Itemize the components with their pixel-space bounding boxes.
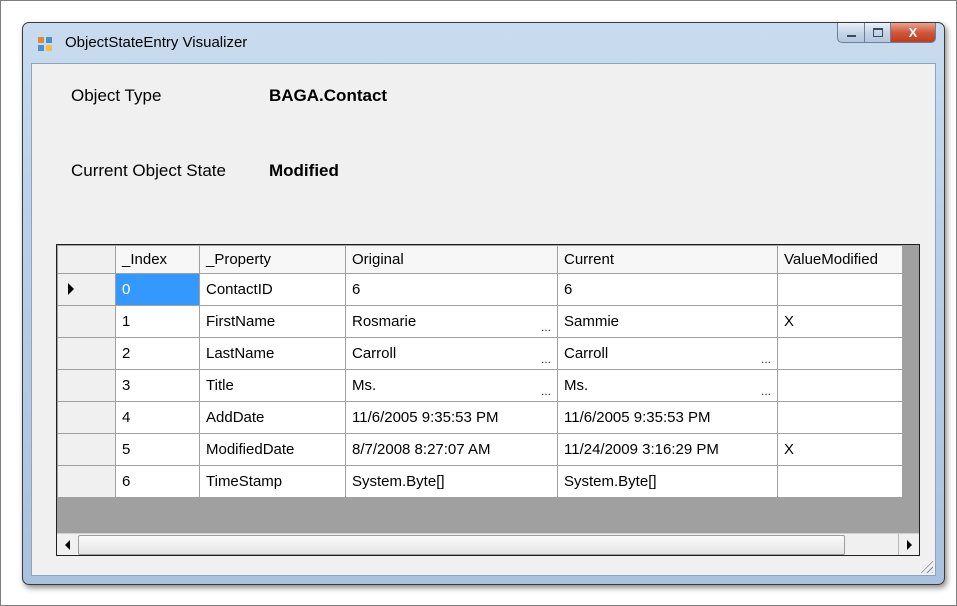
title-bar[interactable]: ObjectStateEntry Visualizer X [23,23,944,63]
index-cell[interactable]: 1 [115,305,200,338]
value-modified-cell[interactable]: X [777,305,903,338]
table-row[interactable]: 6 TimeStamp System.Byte[] System.Byte[] [57,465,903,498]
property-cell[interactable]: AddDate [199,401,346,434]
window-title: ObjectStateEntry Visualizer [65,34,248,51]
current-cell[interactable]: 6 [557,273,778,306]
index-cell[interactable]: 3 [115,369,200,402]
client-area: Object Type BAGA.Contact Current Object … [31,63,936,576]
maximize-button[interactable] [865,23,891,43]
object-type-label: Object Type [71,86,162,105]
caption-buttons: X [837,23,936,43]
minimize-button[interactable] [837,23,865,43]
column-header-index[interactable]: _Index [115,245,200,274]
value-modified-cell[interactable] [777,337,903,370]
corner-header-cell [57,245,116,274]
object-state-label: Current Object State [71,161,226,180]
row-header-cell[interactable] [57,433,116,466]
column-header-original[interactable]: Original [345,245,558,274]
index-cell[interactable]: 6 [115,465,200,498]
value-modified-cell[interactable] [777,401,903,434]
index-cell[interactable]: 5 [115,433,200,466]
original-cell[interactable]: 8/7/2008 8:27:07 AM [345,433,558,466]
original-cell[interactable]: 6 [345,273,558,306]
maximize-icon [872,28,883,37]
property-cell[interactable]: LastName [199,337,346,370]
table-row[interactable]: 5 ModifiedDate 8/7/2008 8:27:07 AM 11/24… [57,433,903,466]
current-cell[interactable]: 11/24/2009 3:16:29 PM [557,433,778,466]
grid-table: _Index _Property Original Current ValueM… [57,245,903,498]
original-cell[interactable]: Carroll... [345,337,558,370]
table-row[interactable]: 0 ContactID 6 6 [57,273,903,306]
visualizer-window: ObjectStateEntry Visualizer X Object Typ… [22,22,945,585]
value-modified-cell[interactable] [777,369,903,402]
current-cell[interactable]: System.Byte[] [557,465,778,498]
current-value: Ms. [564,377,589,394]
resize-grip-icon[interactable] [919,559,933,573]
value-modified-cell[interactable] [777,465,903,498]
horizontal-scrollbar[interactable] [57,533,919,555]
scroll-left-button[interactable] [57,534,77,555]
property-cell[interactable]: TimeStamp [199,465,346,498]
properties-grid[interactable]: _Index _Property Original Current ValueM… [56,244,920,556]
object-type-value: BAGA.Contact [269,86,388,105]
close-icon: X [908,25,918,40]
index-cell[interactable]: 0 [115,273,200,306]
original-value: Rosmarie [352,313,417,330]
index-cell[interactable]: 2 [115,337,200,370]
chevron-right-icon [906,539,912,550]
current-cell[interactable]: 11/6/2005 9:35:53 PM [557,401,778,434]
ellipsis-button[interactable]: ... [541,320,551,334]
original-cell[interactable]: System.Byte[] [345,465,558,498]
ellipsis-button[interactable]: ... [541,352,551,366]
value-modified-cell[interactable] [777,273,903,306]
minimize-icon [846,35,856,37]
column-header-current[interactable]: Current [557,245,778,274]
row-header-cell[interactable] [57,337,116,370]
property-cell[interactable]: ContactID [199,273,346,306]
grid-header-row: _Index _Property Original Current ValueM… [57,245,903,274]
table-row[interactable]: 1 FirstName Rosmarie... Sammie X [57,305,903,338]
original-value: Ms. [352,377,377,394]
ellipsis-button[interactable]: ... [761,352,771,366]
property-cell[interactable]: Title [199,369,346,402]
column-header-property[interactable]: _Property [199,245,346,274]
original-cell[interactable]: 11/6/2005 9:35:53 PM [345,401,558,434]
row-header-cell[interactable] [57,465,116,498]
property-cell[interactable]: ModifiedDate [199,433,346,466]
current-row-pointer-icon [68,283,74,295]
original-value: Carroll [352,345,397,362]
value-modified-cell[interactable]: X [777,433,903,466]
property-cell[interactable]: FirstName [199,305,346,338]
current-cell[interactable]: Carroll... [557,337,778,370]
chevron-left-icon [64,539,70,550]
table-row[interactable]: 4 AddDate 11/6/2005 9:35:53 PM 11/6/2005… [57,401,903,434]
current-cell[interactable]: Ms.... [557,369,778,402]
row-header-cell[interactable] [57,273,116,306]
scroll-right-button[interactable] [898,534,919,555]
index-cell[interactable]: 4 [115,401,200,434]
object-state-value: Modified [269,161,339,180]
table-row[interactable]: 2 LastName Carroll... Carroll... [57,337,903,370]
close-button[interactable]: X [891,23,936,43]
row-header-cell[interactable] [57,369,116,402]
app-window-icon [38,37,52,51]
original-cell[interactable]: Rosmarie... [345,305,558,338]
current-value: Carroll [564,345,609,362]
column-header-value-modified[interactable]: ValueModified [777,245,903,274]
scrollbar-thumb[interactable] [78,535,845,555]
ellipsis-button[interactable]: ... [541,384,551,398]
row-header-cell[interactable] [57,401,116,434]
row-header-cell[interactable] [57,305,116,338]
table-row[interactable]: 3 Title Ms.... Ms.... [57,369,903,402]
original-cell[interactable]: Ms.... [345,369,558,402]
current-cell[interactable]: Sammie [557,305,778,338]
ellipsis-button[interactable]: ... [761,384,771,398]
